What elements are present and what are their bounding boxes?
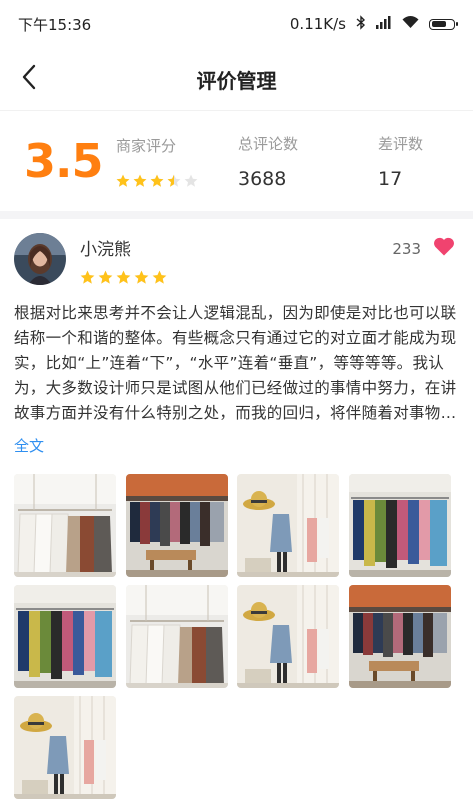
star-icon: [167, 174, 181, 187]
merchant-star-rating: [116, 174, 238, 188]
review-photo[interactable]: [14, 585, 116, 688]
rating-summary: 3.5 商家评分 总评论数 3688 差评数 17: [0, 111, 473, 211]
full-text-link[interactable]: 全文: [14, 435, 44, 456]
section-divider: [0, 211, 473, 219]
photo-image: [348, 585, 451, 688]
back-button[interactable]: [14, 64, 44, 94]
review-photo[interactable]: [237, 474, 339, 577]
photo-image: [348, 474, 451, 577]
photo-image: [125, 474, 228, 577]
status-time: 下午15:36: [18, 15, 92, 34]
star-icon: [184, 174, 198, 187]
star-icon: [116, 270, 131, 284]
like-button[interactable]: 233: [392, 237, 455, 260]
review-photo[interactable]: [237, 585, 339, 688]
status-bar: 下午15:36 0.11K/s: [0, 0, 473, 48]
total-reviews-value: 3688: [238, 167, 287, 190]
avatar[interactable]: [14, 233, 66, 285]
battery-icon: [429, 18, 458, 30]
status-icons: 0.11K/s: [289, 14, 458, 34]
like-count: 233: [392, 239, 421, 258]
photo-image: [14, 585, 116, 688]
star-icon: [116, 174, 130, 187]
bad-reviews-value: 17: [378, 167, 403, 190]
network-speed: 0.11K/s: [289, 15, 346, 33]
review-header: 小浣熊 233: [14, 233, 459, 285]
star-icon: [98, 270, 113, 284]
star-icon: [80, 270, 95, 284]
star-icon: [150, 174, 164, 187]
photo-grid: [14, 474, 459, 799]
bad-reviews-label: 差评数: [378, 134, 424, 153]
star-icon: [133, 174, 147, 187]
page-title: 评价管理: [196, 68, 277, 93]
photo-image: [237, 474, 339, 577]
user-info: 小浣熊: [80, 235, 392, 285]
photo-image: [14, 696, 116, 799]
signal-icon: [376, 15, 392, 33]
merchant-rating: 商家评分: [116, 135, 238, 188]
chevron-left-icon: [21, 64, 37, 94]
review-photo[interactable]: [14, 696, 116, 799]
star-icon: [134, 270, 149, 284]
merchant-rating-label: 商家评分: [116, 136, 177, 155]
total-reviews-label: 总评论数: [238, 134, 299, 153]
bad-reviews: 差评数 17: [378, 133, 458, 190]
photo-image: [125, 585, 228, 688]
review-text: 根据对比来思考并不会让人逻辑混乱，因为即使是对比也可以联结称一个和谐的整体。有些…: [14, 304, 457, 422]
user-star-rating: [80, 270, 392, 285]
review-photo[interactable]: [348, 474, 451, 577]
photo-image: [14, 474, 116, 577]
heart-icon: [433, 237, 455, 260]
total-reviews: 总评论数 3688: [238, 133, 378, 190]
review-photo[interactable]: [14, 474, 116, 577]
nav-bar: 评价管理: [0, 48, 473, 111]
bluetooth-icon: [356, 14, 366, 34]
star-icon: [152, 270, 167, 284]
review-card: 小浣熊 233 根据对比来思考并不会让人逻辑混乱，因为即使是对比也可以联结称一个…: [0, 219, 473, 799]
review-photo[interactable]: [125, 474, 228, 577]
review-photo[interactable]: [125, 585, 228, 688]
review-photo[interactable]: [348, 585, 451, 688]
overall-score: 3.5: [24, 134, 104, 188]
username: 小浣熊: [80, 240, 131, 260]
photo-image: [237, 585, 339, 688]
wifi-icon: [402, 15, 419, 33]
